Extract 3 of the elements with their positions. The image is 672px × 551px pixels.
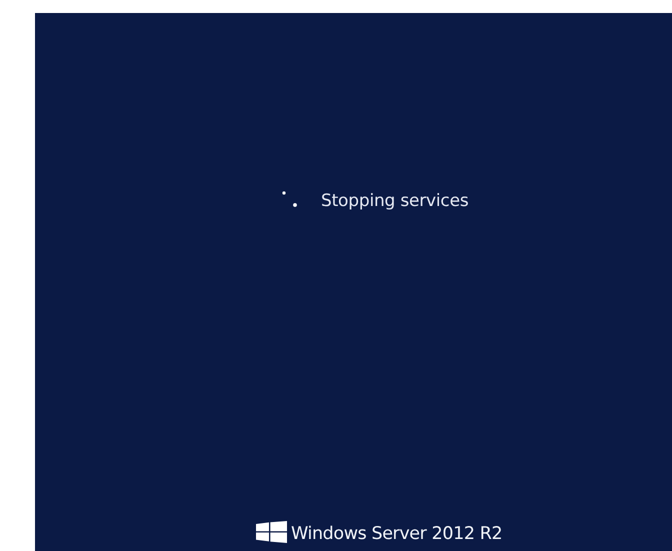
product-name: Windows Server 2012 R2 xyxy=(291,522,502,546)
status-message: Stopping services xyxy=(321,190,468,214)
windows-logo-icon xyxy=(256,521,287,543)
